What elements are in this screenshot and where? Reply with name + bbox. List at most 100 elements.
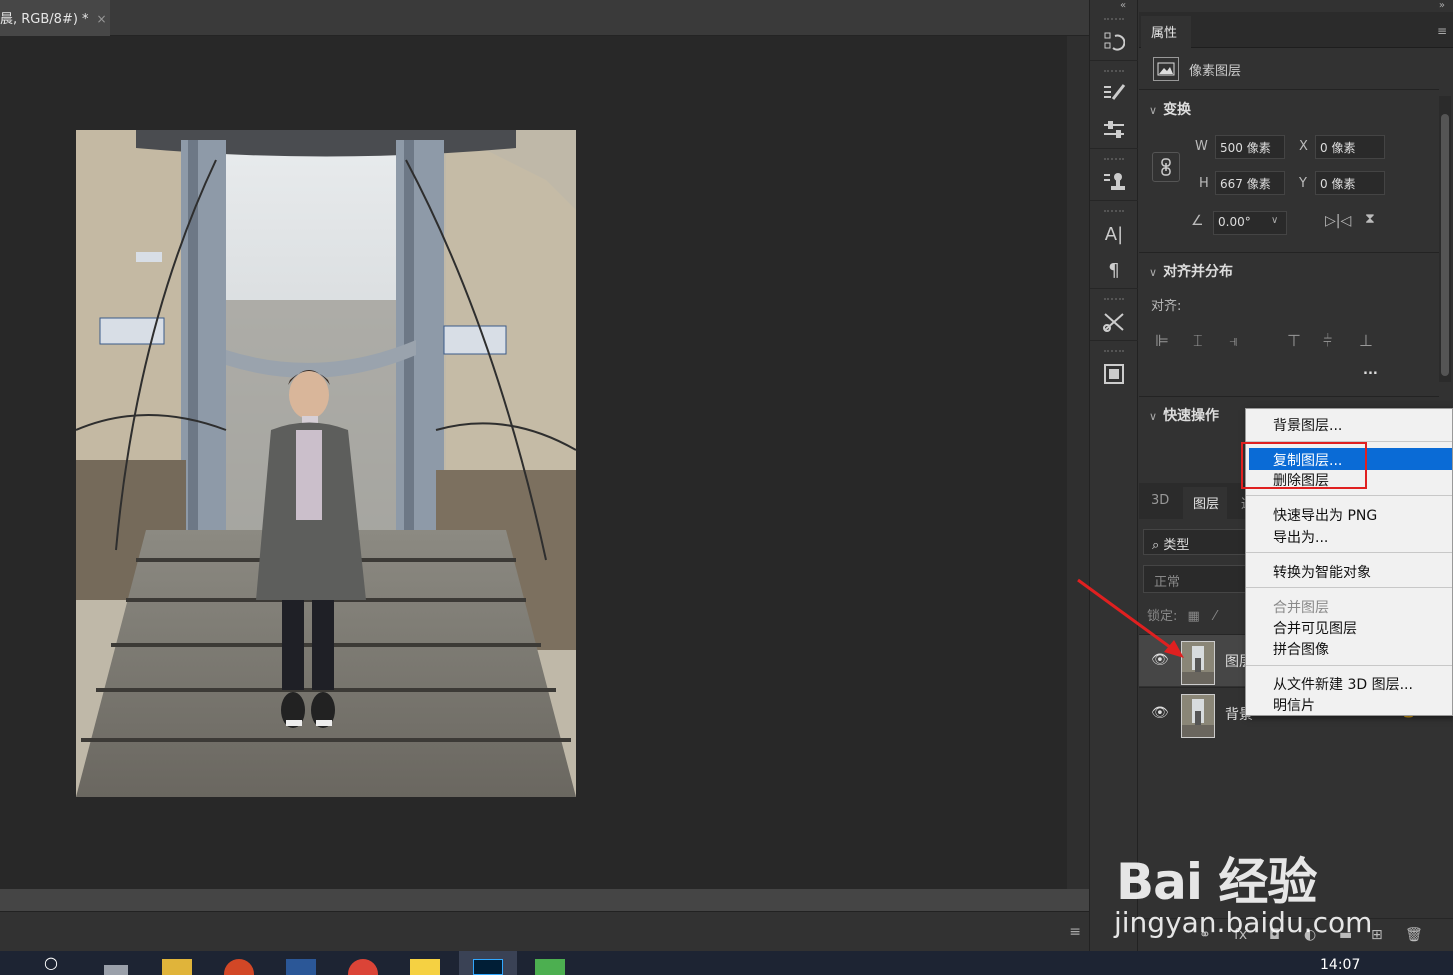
photoshop-icon[interactable] <box>473 959 503 975</box>
layer-filter-label: 类型 <box>1163 538 1190 553</box>
link-layers-icon[interactable]: ⚭ <box>1199 927 1211 943</box>
layer-thumbnail <box>1181 694 1215 738</box>
new-layer-icon[interactable]: ⊞ <box>1371 927 1383 943</box>
chrome-icon[interactable] <box>348 959 378 975</box>
tab-3d[interactable]: 3D <box>1141 487 1177 519</box>
align-top-icon[interactable]: ⊤ <box>1287 331 1301 350</box>
adjustment-layer-icon[interactable]: ◐ <box>1304 927 1316 943</box>
photoshop-window: 晨, RGB/8#) * × ≡ « A| ¶ » 属性 ≡ 像素图层 ∨ 变换… <box>0 0 1453 975</box>
brush-presets-icon[interactable] <box>1090 76 1138 112</box>
document-tab-title: 晨, RGB/8#) * <box>0 12 89 27</box>
close-icon[interactable]: × <box>97 12 107 26</box>
canvas-area[interactable] <box>0 36 1067 889</box>
menu-item-export-as[interactable]: 导出为... <box>1246 525 1452 547</box>
x-label: X <box>1299 139 1308 154</box>
align-right-icon[interactable]: ⫣ <box>1229 331 1239 351</box>
document-image[interactable] <box>76 130 576 797</box>
tab-properties[interactable]: 属性 <box>1141 16 1191 48</box>
clone-source-icon[interactable] <box>1090 164 1138 200</box>
y-field[interactable]: 0 像素 <box>1315 171 1385 195</box>
history-group <box>1090 12 1138 61</box>
tab-layers[interactable]: 图层 <box>1183 487 1228 519</box>
menu-item-convert-smart-object[interactable]: 转换为智能对象 <box>1246 560 1452 582</box>
windows-taskbar: ○ 14:07 <box>0 951 1453 975</box>
taskbar-clock[interactable]: 14:07 <box>1320 957 1360 973</box>
word-icon[interactable] <box>286 959 316 975</box>
link-dimensions-icon[interactable] <box>1152 152 1180 182</box>
libraries-icon[interactable] <box>1090 356 1138 392</box>
more-align-options[interactable]: ... <box>1363 363 1378 378</box>
transform-title: 变换 <box>1163 102 1192 118</box>
menu-item-new-3d-layer[interactable]: 从文件新建 3D 图层... <box>1246 672 1452 694</box>
collapse-left-icon[interactable]: « <box>1120 0 1126 11</box>
chevron-down-icon: ∨ <box>1149 104 1158 117</box>
document-tab-bar: 晨, RGB/8#) * × <box>0 0 1089 36</box>
flip-horizontal-icon[interactable]: ▷|◁ <box>1325 213 1351 229</box>
align-bottom-icon[interactable]: ⊥ <box>1359 331 1373 350</box>
layer-type-label: 像素图层 <box>1189 63 1242 79</box>
angle-icon: ∠ <box>1191 213 1204 229</box>
flip-vertical-icon[interactable]: ⧗ <box>1365 211 1375 227</box>
canvas-horizontal-scrollbar[interactable] <box>0 889 1089 911</box>
layer-filter-dropdown[interactable]: ⌕ 类型 <box>1143 529 1253 555</box>
chevron-down-icon: ∨ <box>1149 266 1158 279</box>
align-title: 对齐并分布 <box>1163 264 1234 280</box>
history-icon[interactable] <box>1090 24 1138 60</box>
layers-footer: ⚭ fx ◘ ◐ ▬ ⊞ 🗑 <box>1139 918 1453 951</box>
powerpoint-icon[interactable] <box>224 959 254 975</box>
x-field[interactable]: 0 像素 <box>1315 135 1385 159</box>
status-menu-icon[interactable]: ≡ <box>1069 924 1081 940</box>
adjustments-icon[interactable] <box>1090 112 1138 148</box>
trash-icon[interactable]: 🗑 <box>1405 927 1423 943</box>
collapse-right-icon[interactable]: » <box>1439 0 1445 11</box>
type-group: A| ¶ <box>1090 204 1138 289</box>
menu-item-merge-layers: 合并图层 <box>1273 600 1329 616</box>
y-label: Y <box>1299 176 1307 191</box>
menu-item-background-layer[interactable]: 背景图层... <box>1246 413 1452 435</box>
brush-group <box>1090 64 1138 149</box>
eye-icon[interactable]: 👁 <box>1151 705 1169 721</box>
transform-section-header[interactable]: ∨ 变换 <box>1149 99 1191 119</box>
menu-item-quick-export-png[interactable]: 快速导出为 PNG <box>1246 503 1452 525</box>
layer-type-row: 像素图层 <box>1153 57 1241 81</box>
height-label: H <box>1199 176 1209 191</box>
width-field[interactable]: 500 像素 <box>1215 135 1285 159</box>
align-section-header[interactable]: ∨ 对齐并分布 <box>1149 261 1233 281</box>
paragraph-icon[interactable]: ¶ <box>1090 252 1138 288</box>
task-view-icon[interactable] <box>104 965 128 975</box>
fx-icon[interactable]: fx <box>1234 927 1247 943</box>
tool-presets-group <box>1090 292 1138 341</box>
character-icon[interactable]: A| <box>1090 216 1138 252</box>
chevron-down-icon: ∨ <box>1149 410 1158 423</box>
app-icon[interactable] <box>410 959 440 975</box>
align-vcenter-icon[interactable]: ⫩ <box>1323 331 1332 351</box>
menu-item-delete-layer[interactable]: 删除图层 <box>1246 468 1452 490</box>
clone-group <box>1090 152 1138 201</box>
height-field[interactable]: 667 像素 <box>1215 171 1285 195</box>
menu-item-postcard[interactable]: 明信片 <box>1246 693 1452 715</box>
width-label: W <box>1195 139 1208 154</box>
tool-presets-icon[interactable] <box>1090 304 1138 340</box>
panel-menu-icon[interactable]: ≡ <box>1437 24 1447 38</box>
menu-item-merge-visible[interactable]: 合并可见图层 <box>1246 616 1452 638</box>
libraries-group <box>1090 344 1138 392</box>
file-explorer-icon[interactable] <box>162 959 192 975</box>
app-green-icon[interactable] <box>535 959 565 975</box>
group-icon[interactable]: ▬ <box>1339 927 1352 943</box>
angle-dropdown-icon[interactable]: ∨ <box>1271 215 1278 226</box>
status-bar: ≡ <box>0 911 1089 951</box>
add-mask-icon[interactable]: ◘ <box>1269 927 1280 943</box>
menu-item-duplicate-layer[interactable]: 复制图层... <box>1249 448 1452 470</box>
canvas-vertical-scrollbar[interactable] <box>1067 36 1089 889</box>
quick-actions-header[interactable]: ∨ 快速操作 <box>1149 405 1219 425</box>
quick-actions-title: 快速操作 <box>1163 408 1220 424</box>
properties-scrollbar[interactable] <box>1439 96 1451 382</box>
menu-item-flatten-image[interactable]: 拼合图像 <box>1246 637 1452 659</box>
align-left-icon[interactable]: ⊫ <box>1155 331 1169 350</box>
search-icon[interactable]: ○ <box>44 953 74 972</box>
lock-paint-icon[interactable]: ⁄ <box>1214 609 1216 624</box>
align-hcenter-icon[interactable]: ⌶ <box>1193 331 1203 351</box>
lock-transparency-icon[interactable]: ▦ <box>1188 609 1200 624</box>
photo-bridge-woman <box>76 130 576 797</box>
document-tab[interactable]: 晨, RGB/8#) * × <box>0 0 110 36</box>
